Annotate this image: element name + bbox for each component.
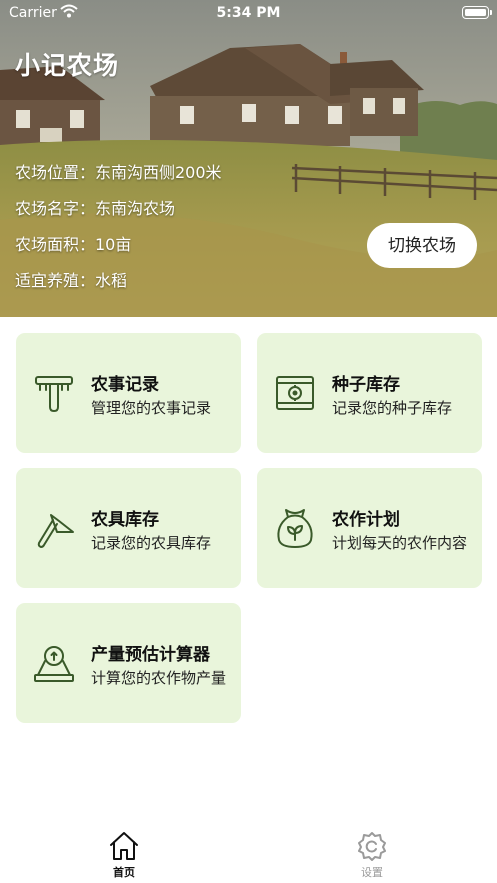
card-title: 农具库存 [91, 510, 159, 530]
farm-location: 农场位置：东南沟西侧200米 [15, 163, 222, 182]
tab-home-label: 首页 [113, 866, 135, 879]
tab-settings[interactable]: 设置 [342, 830, 402, 882]
card-subtitle: 计算您的农作物产量 [91, 669, 227, 687]
switch-farm-button[interactable]: 切换农场 [367, 223, 477, 268]
card-subtitle: 计划每天的农作内容 [332, 534, 468, 552]
card-seed-inventory[interactable]: 种子库存 记录您的种子库存 [257, 333, 482, 453]
home-icon [110, 832, 138, 860]
card-subtitle: 记录您的种子库存 [332, 399, 453, 417]
seed-bag-icon [277, 509, 313, 548]
card-tool-inventory[interactable]: 农具库存 记录您的农具库存 [16, 468, 241, 588]
bottom-tab-bar: 首页 设置 [0, 818, 497, 883]
card-title: 农作计划 [332, 510, 400, 530]
scale-icon [34, 646, 74, 682]
status-time: 5:34 PM [216, 5, 281, 21]
settings-icon [358, 832, 386, 861]
farm-crop: 适宜养殖：水稻 [15, 271, 128, 290]
app-title: 小记农场 [15, 51, 120, 80]
card-farm-records[interactable]: 农事记录 管理您的农事记录 [16, 333, 241, 453]
farm-header-banner: Carrier 5:34 PM 小记农场 农场位置：东南沟西侧200米 农场名字… [0, 0, 497, 317]
card-subtitle: 管理您的农事记录 [91, 399, 212, 417]
card-title: 种子库存 [332, 375, 400, 395]
seed-box-icon [276, 376, 314, 410]
rake-icon [35, 376, 73, 412]
farm-area: 农场面积：10亩 [15, 235, 132, 254]
card-title: 农事记录 [91, 375, 159, 395]
card-subtitle: 记录您的农具库存 [91, 534, 212, 552]
hoe-icon [37, 514, 74, 548]
status-bar: Carrier 5:34 PM [0, 0, 497, 26]
card-title: 产量预估计算器 [91, 645, 210, 665]
card-farming-plan[interactable]: 农作计划 计划每天的农作内容 [257, 468, 482, 588]
farm-name: 农场名字：东南沟农场 [15, 199, 176, 218]
battery-icon [462, 6, 492, 19]
tab-settings-label: 设置 [361, 866, 383, 879]
card-yield-calculator[interactable]: 产量预估计算器 计算您的农作物产量 [16, 603, 241, 723]
tab-home[interactable]: 首页 [94, 830, 154, 882]
farm-info-panel: 农场位置：东南沟西侧200米 农场名字：东南沟农场 农场面积：10亩 适宜养殖：… [15, 161, 222, 305]
